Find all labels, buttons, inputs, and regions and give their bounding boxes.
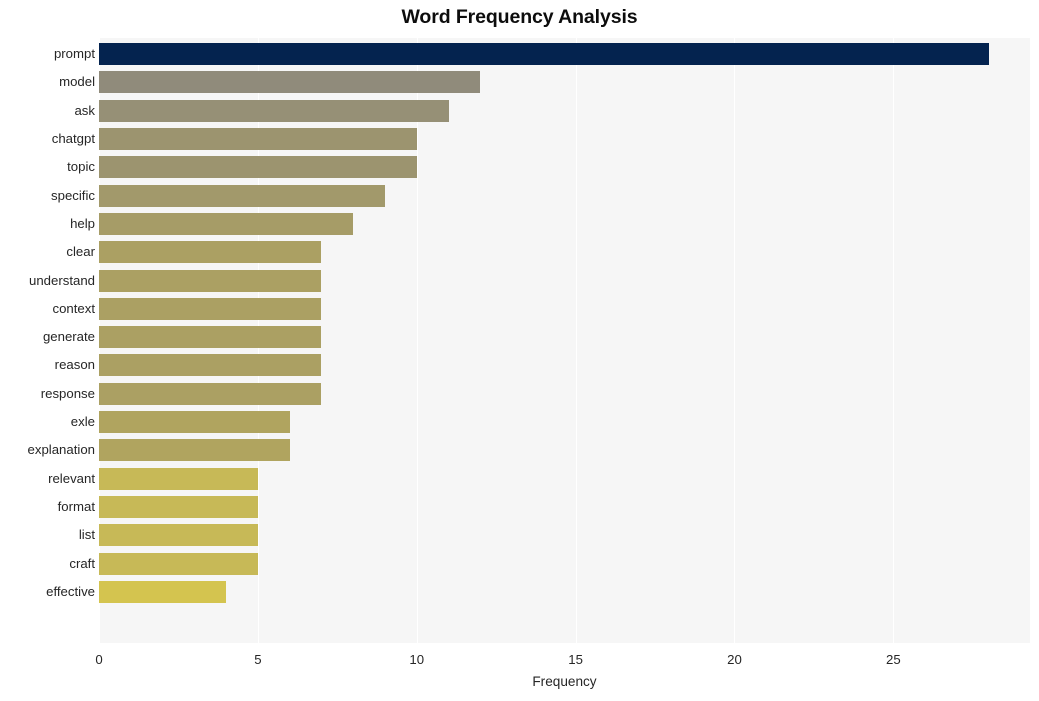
bar-explanation	[99, 439, 290, 462]
bar-list	[99, 524, 258, 547]
y-tick-label-model: model	[59, 74, 95, 90]
x-axis-tick-labels: 0 5 10 15 20 25	[0, 643, 1039, 673]
plot-area	[99, 38, 1030, 643]
bar-clear	[99, 241, 322, 264]
y-tick-label-understand: understand	[29, 272, 95, 288]
bar-format	[99, 495, 258, 518]
bar-effective	[99, 580, 227, 603]
bar-row	[99, 125, 1030, 153]
bar-series	[99, 38, 1030, 643]
y-tick-label-context: context	[52, 300, 95, 316]
x-tick-label-5: 5	[254, 652, 262, 667]
chart-title: Word Frequency Analysis	[401, 6, 638, 28]
x-tick-label-20: 20	[727, 652, 742, 667]
bar-topic	[99, 156, 417, 179]
bar-row	[99, 210, 1030, 238]
x-tick-label-15: 15	[568, 652, 583, 667]
y-tick-label-ask: ask	[74, 102, 95, 118]
bar-context	[99, 297, 322, 320]
y-tick-label-effective: effective	[46, 583, 95, 599]
bar-row	[99, 464, 1030, 492]
x-tick-label-10: 10	[409, 652, 425, 667]
y-tick-label-chatgpt: chatgpt	[51, 131, 95, 147]
y-axis-tick-labels: prompt model ask chatgpt topic specific help cl…	[0, 38, 95, 643]
bar-response	[99, 382, 322, 405]
bar-prompt	[99, 43, 989, 66]
x-axis-title: Frequency	[532, 674, 597, 689]
y-tick-label-prompt: prompt	[53, 46, 95, 62]
bar-specific	[99, 184, 385, 207]
bar-row	[99, 380, 1030, 408]
x-tick-label-0: 0	[95, 652, 103, 667]
bar-row	[99, 493, 1030, 521]
bar-row	[99, 153, 1030, 181]
bar-row	[99, 295, 1030, 323]
y-tick-label-reason: reason	[54, 357, 95, 373]
bar-row	[99, 436, 1030, 464]
bar-model	[99, 71, 481, 94]
y-tick-label-help: help	[70, 215, 95, 231]
y-tick-label-craft: craft	[69, 555, 95, 571]
bar-exle	[99, 411, 290, 434]
y-tick-label-clear: clear	[66, 244, 95, 260]
bar-row	[99, 323, 1030, 351]
y-tick-label-response: response	[40, 385, 95, 401]
bar-craft	[99, 552, 258, 575]
bar-chatgpt	[99, 128, 417, 151]
bar-ask	[99, 99, 449, 122]
bar-relevant	[99, 467, 258, 490]
bar-row	[99, 408, 1030, 436]
bar-row	[99, 266, 1030, 294]
y-tick-label-explanation: explanation	[27, 442, 95, 458]
bar-row	[99, 549, 1030, 577]
y-tick-label-exle: exle	[70, 414, 95, 430]
bar-row	[99, 40, 1030, 68]
y-tick-label-relevant: relevant	[48, 470, 95, 486]
bar-help	[99, 212, 354, 235]
x-tick-label-25: 25	[886, 652, 901, 667]
y-tick-label-format: format	[57, 498, 95, 514]
bar-row	[99, 181, 1030, 209]
y-tick-label-specific: specific	[51, 187, 95, 203]
bar-row	[99, 521, 1030, 549]
bar-row	[99, 68, 1030, 96]
y-tick-label-list: list	[78, 527, 95, 543]
bar-row	[99, 578, 1030, 606]
bar-generate	[99, 326, 322, 349]
bar-row	[99, 97, 1030, 125]
bar-reason	[99, 354, 322, 377]
chart-figure: Word Frequency Analysis prompt model ask ch…	[0, 0, 1039, 701]
bar-row	[99, 351, 1030, 379]
bar-row	[99, 238, 1030, 266]
y-tick-label-generate: generate	[42, 329, 95, 345]
y-tick-label-topic: topic	[67, 159, 95, 175]
bar-understand	[99, 269, 322, 292]
